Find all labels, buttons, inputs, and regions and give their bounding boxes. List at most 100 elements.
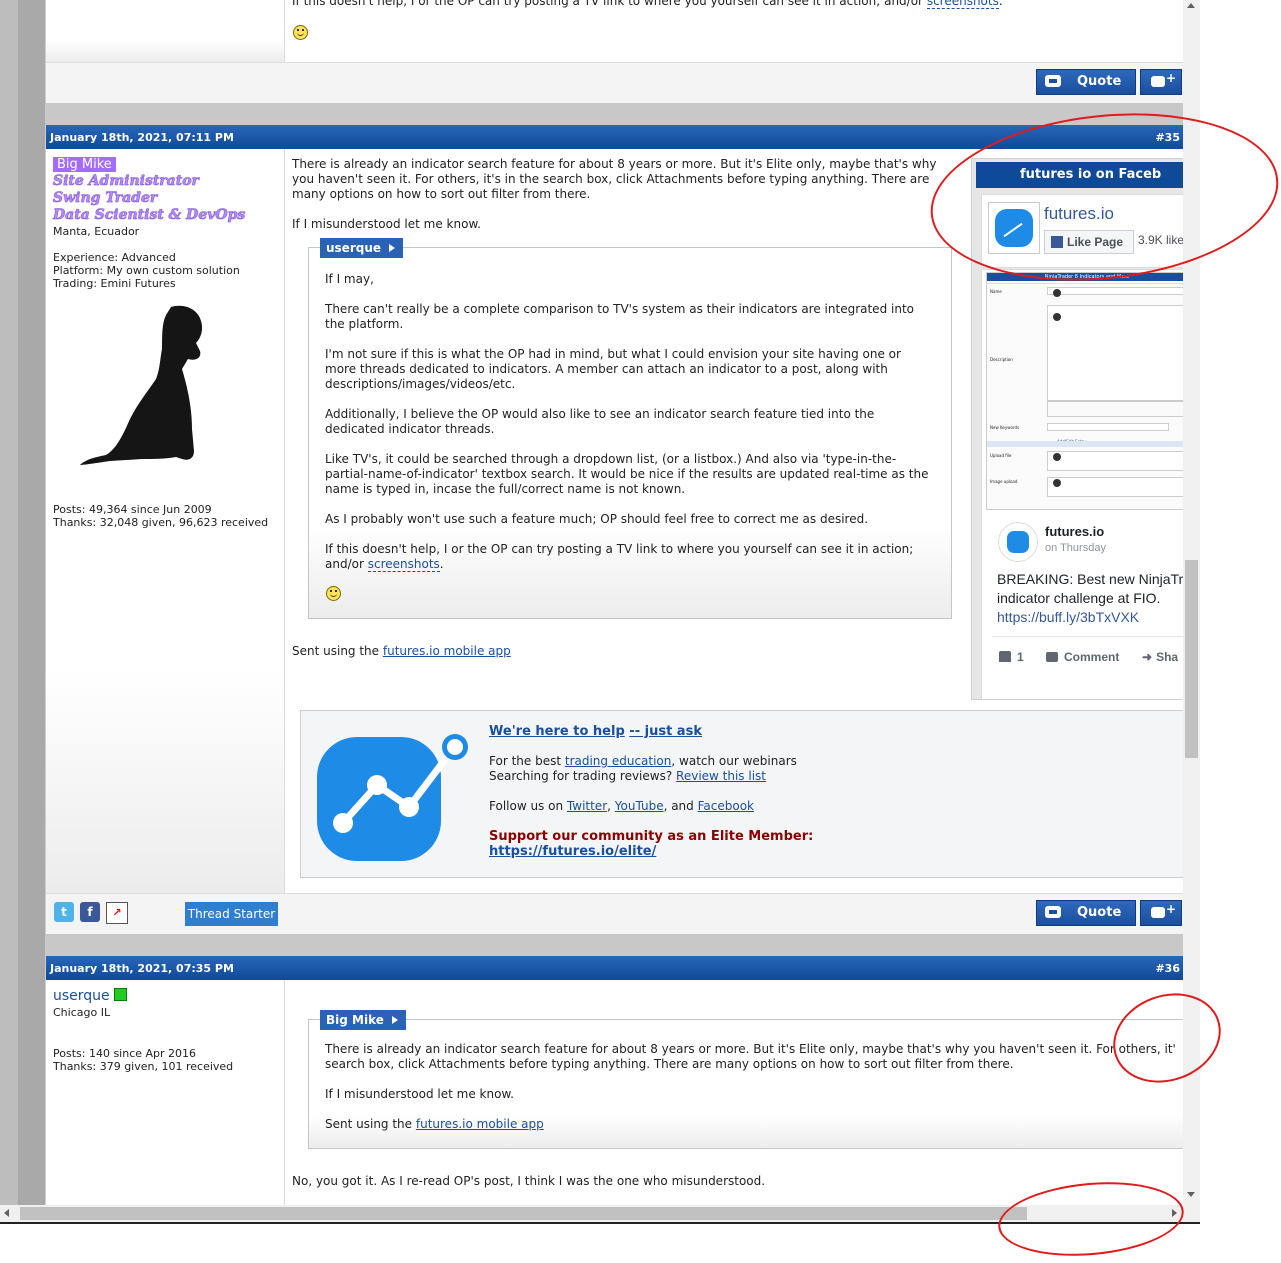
facebook-comment-action[interactable]: Comment [1046,650,1119,664]
help-link[interactable]: We're here to help [489,724,625,739]
user-thanks: Thanks: 379 given, 101 received [53,1060,234,1073]
facebook-link[interactable]: Facebook [698,799,754,813]
help-line-1: For the best trading education, watch ou… [489,754,797,768]
user-posts: Posts: 140 since Apr 2016 [53,1047,197,1060]
futures-io-logo-icon[interactable] [315,723,469,865]
facebook-share-icon[interactable]: f [80,902,100,922]
post-link[interactable]: https://buff.ly/3bTxVXK [997,609,1139,625]
scroll-up-arrow[interactable] [1187,3,1195,8]
post-screenshot-image[interactable]: NinjaTrader 8 Indicators and More Name D… [986,272,1183,510]
page-left-gutter [18,0,45,1205]
post-author-avatar[interactable] [998,522,1038,562]
quote-author-link[interactable]: Big Mike [320,1010,406,1030]
futures-io-logo-icon[interactable] [988,202,1040,254]
post-34-tail: If this doesn't help, I or the OP can tr… [45,0,1183,103]
quote-sent-using: Sent using the futures.io mobile app [325,1117,544,1131]
post-35: January 18th, 2021, 07:11 PM #35 Big Mik… [45,125,1183,934]
share-icon: ➜ [1142,650,1153,664]
elite-link[interactable]: https://futures.io/elite/ [489,844,656,859]
elite-link-line: https://futures.io/elite/ [489,844,656,859]
facebook-share-action[interactable]: ➜ Sha [1142,650,1178,664]
user-location: Chicago IL [53,1006,111,1019]
user-location: Manta, Ecuador [53,225,140,238]
facebook-widget: futures io on Faceb futures.io Like Page… [971,158,1183,700]
user-platform: Platform: My own custom solution [53,264,240,277]
post-text: If this doesn't help, I or the OP can tr… [292,0,1172,9]
horizontal-scroll-thumb[interactable] [20,1207,1027,1220]
facebook-page-name[interactable]: futures.io [1044,204,1114,224]
avatar[interactable] [76,299,216,469]
quote-paragraph-7: If this doesn't help, I or the OP can tr… [325,542,914,572]
chart-share-icon[interactable]: ↗ [106,902,128,924]
username-link[interactable]: Big Mike [53,157,116,172]
post-number[interactable]: #36 [1155,962,1180,975]
post-footer: Quote + [46,62,1183,103]
user-experience: Experience: Advanced [53,251,176,264]
multi-quote-button[interactable]: + [1140,900,1182,926]
post-number[interactable]: #35 [1155,131,1180,144]
scroll-left-arrow[interactable] [4,1209,9,1217]
sent-using-line: Sent using the futures.io mobile app [292,644,511,658]
vertical-scrollbar[interactable] [1183,0,1200,1205]
thread-starter-badge: Thread Starter [185,902,278,926]
quote-paragraph-1a: There is already an indicator search fea… [325,1042,1176,1056]
youtube-link[interactable]: YouTube [615,799,664,813]
help-heading: We're here to help -- just ask [489,724,702,739]
facebook-like-action[interactable]: 1 [999,650,1024,664]
username-link[interactable]: userque [53,988,128,1004]
post-36: January 18th, 2021, 07:35 PM #36 userque… [45,956,1183,1205]
help-promo-box: We're here to help -- just ask For the b… [300,710,1183,878]
quote-author-link[interactable]: userque [320,238,404,258]
thumbs-up-icon [999,651,1011,662]
quote-button[interactable]: Quote [1036,900,1136,926]
screenshots-link[interactable]: screenshots [926,0,999,9]
user-posts: Posts: 49,364 since Jun 2009 [53,503,212,516]
facebook-page-card: futures.io Like Page 3.9K like [981,194,1183,268]
multi-quote-icon [1151,907,1165,918]
multi-quote-button[interactable]: + [1140,69,1182,95]
twitter-link[interactable]: Twitter [567,799,607,813]
user-trading: Trading: Emini Futures [53,277,176,290]
help-line-2: Searching for trading reviews? Review th… [489,769,766,783]
post-date: January 18th, 2021, 07:35 PM [50,962,234,975]
quote-paragraph-3: I'm not sure if this is what the OP had … [325,347,901,391]
facebook-f-icon [1051,236,1063,248]
post-body: Big Mike There is already an indicator s… [285,980,1183,1205]
smiley-icon [293,25,308,40]
horizontal-scrollbar[interactable] [0,1205,1200,1224]
page-left-margin [0,0,18,1205]
vertical-scroll-thumb[interactable] [1185,560,1198,758]
post-date: January 18th, 2021, 07:11 PM [50,131,234,144]
post-header: January 18th, 2021, 07:35 PM #36 [46,956,1183,980]
post-author-name[interactable]: futures.io [1045,524,1104,539]
quote-paragraph-1b: search box, click Attachments before typ… [325,1057,1014,1071]
online-status-icon [114,988,128,1001]
user-title-3: Data Scientist & DevOps [53,207,246,223]
post-time[interactable]: on Thursday [1045,542,1106,554]
browser-viewport: If this doesn't help, I or the OP can tr… [0,0,1183,1205]
trading-education-link[interactable]: trading education [565,754,672,768]
twitter-share-icon[interactable]: t [54,902,74,922]
user-title-1: Site Administrator [53,173,199,189]
screenshots-link[interactable]: screenshots [367,557,440,572]
just-ask-link[interactable]: -- just ask [629,724,702,739]
user-pane [46,0,285,62]
quote-paragraph-5: Like TV's, it could be searched through … [325,452,929,496]
elite-support-text: Support our community as an Elite Member… [489,829,814,844]
smiley-icon [326,586,341,601]
quote-icon [1045,906,1061,918]
scroll-down-arrow[interactable] [1187,1192,1195,1197]
scroll-right-arrow[interactable] [1172,1209,1177,1217]
mobile-app-link[interactable]: futures.io mobile app [416,1117,544,1131]
quote-icon [1045,75,1061,87]
reply-text: No, you got it. As I re-read OP's post, … [292,1174,766,1188]
facebook-like-count: 3.9K like [1138,233,1183,247]
mobile-app-link[interactable]: futures.io mobile app [383,644,511,658]
like-page-button[interactable]: Like Page [1044,230,1134,254]
quote-button[interactable]: Quote [1036,69,1136,95]
post-header: January 18th, 2021, 07:11 PM #35 [46,125,1183,149]
review-list-link[interactable]: Review this list [676,769,766,783]
quote-paragraph-6: As I probably won't use such a feature m… [325,512,869,526]
quote-paragraph-2: If I misunderstood let me know. [325,1087,514,1101]
quote-block: userque If I may, There can't really be … [308,238,952,619]
